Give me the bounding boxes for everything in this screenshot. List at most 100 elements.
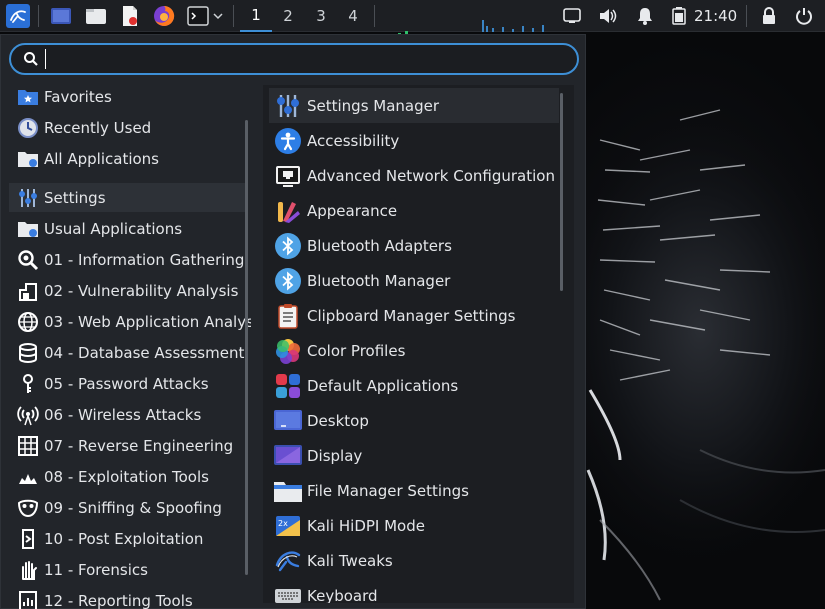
app-label: Appearance: [307, 201, 398, 220]
category-item[interactable]: 09 - Sniffing & Spoofing: [9, 493, 247, 522]
search-input[interactable]: [45, 49, 565, 69]
app-item[interactable]: 2x Kali HiDPI Mode: [269, 508, 559, 543]
app-item[interactable]: Clipboard Manager Settings: [269, 298, 559, 333]
app-item[interactable]: Display: [269, 438, 559, 473]
category-label: 02 - Vulnerability Analysis: [44, 281, 239, 300]
app-item[interactable]: Advanced Network Configuration: [269, 158, 559, 193]
category-label: 05 - Password Attacks: [44, 374, 209, 393]
kali-dragon-icon: [273, 546, 303, 576]
dropdown-icon[interactable]: [210, 4, 226, 28]
notification-bell-icon[interactable]: [633, 4, 657, 28]
panel-separator: [38, 5, 39, 27]
reverse-engineering-icon: [17, 435, 39, 457]
app-label: Bluetooth Adapters: [307, 236, 452, 255]
reporting-icon: [17, 590, 39, 609]
lock-icon[interactable]: [757, 4, 781, 28]
app-label: Desktop: [307, 411, 369, 430]
color-profiles-icon: [273, 336, 303, 366]
app-item[interactable]: Bluetooth Adapters: [269, 228, 559, 263]
category-label: 12 - Reporting Tools: [44, 591, 193, 609]
workspace-2[interactable]: 2: [272, 0, 304, 32]
default-apps-icon: [273, 371, 303, 401]
display-icon: [273, 441, 303, 471]
network-icon[interactable]: [560, 4, 584, 28]
desktop-icon[interactable]: [49, 4, 73, 28]
category-item[interactable]: 04 - Database Assessment: [9, 338, 247, 367]
app-label: Kali Tweaks: [307, 551, 393, 570]
category-item[interactable]: 02 - Vulnerability Analysis: [9, 276, 247, 305]
settings-manager-icon: [273, 91, 303, 121]
volume-icon[interactable]: [596, 4, 620, 28]
app-label: Display: [307, 446, 363, 465]
file-manager-icon[interactable]: [84, 4, 108, 28]
category-label: 10 - Post Exploitation: [44, 529, 204, 548]
workspace-3[interactable]: 3: [305, 0, 337, 32]
top-panel: 1 2 3 4 21:40: [0, 0, 825, 39]
search-bar[interactable]: [9, 43, 579, 75]
favorites-folder-icon: [17, 86, 39, 108]
hand-icon: [17, 559, 39, 581]
category-item[interactable]: 06 - Wireless Attacks: [9, 400, 247, 429]
battery-icon[interactable]: [667, 4, 691, 28]
category-item[interactable]: All Applications: [9, 144, 247, 173]
firefox-icon[interactable]: [152, 4, 176, 28]
svg-text:2x: 2x: [278, 519, 288, 528]
app-label: Clipboard Manager Settings: [307, 306, 516, 325]
app-item[interactable]: Bluetooth Manager: [269, 263, 559, 298]
globe-icon: [17, 311, 39, 333]
accessibility-icon: [273, 126, 303, 156]
database-icon: [17, 342, 39, 364]
power-icon[interactable]: [792, 4, 816, 28]
app-item[interactable]: Default Applications: [269, 368, 559, 403]
bluetooth-icon: [273, 231, 303, 261]
category-item[interactable]: 10 - Post Exploitation: [9, 524, 247, 553]
workspace-1[interactable]: 1: [240, 0, 272, 32]
category-item[interactable]: 01 - Information Gathering: [9, 245, 247, 274]
app-item[interactable]: Keyboard: [269, 578, 559, 603]
clipboard-icon: [273, 301, 303, 331]
app-item[interactable]: Accessibility: [269, 123, 559, 158]
app-item[interactable]: Settings Manager: [269, 88, 559, 123]
app-item[interactable]: Kali Tweaks: [269, 543, 559, 578]
app-label: Advanced Network Configuration: [307, 166, 555, 185]
category-scrollbar[interactable]: [245, 120, 248, 575]
category-item[interactable]: 11 - Forensics: [9, 555, 247, 584]
category-item[interactable]: Settings: [9, 183, 247, 212]
category-item[interactable]: 08 - Exploitation Tools: [9, 462, 247, 491]
category-item[interactable]: 07 - Reverse Engineering: [9, 431, 247, 460]
category-label: 09 - Sniffing & Spoofing: [44, 498, 222, 517]
category-label: Settings: [44, 188, 106, 207]
category-item[interactable]: 03 - Web Application Analysis: [9, 307, 251, 336]
vulnerability-icon: [17, 280, 39, 302]
desktop-settings-icon: [273, 406, 303, 436]
category-item[interactable]: Usual Applications: [9, 214, 247, 243]
kali-menu-icon[interactable]: [6, 4, 30, 28]
appearance-icon: [273, 196, 303, 226]
app-item[interactable]: File Manager Settings: [269, 473, 559, 508]
app-item[interactable]: Appearance: [269, 193, 559, 228]
clock[interactable]: 21:40: [694, 0, 737, 32]
file-manager-settings-icon: [273, 476, 303, 506]
terminal-icon[interactable]: [186, 4, 210, 28]
category-item[interactable]: Recently Used: [9, 113, 247, 142]
bluetooth-icon: [273, 266, 303, 296]
panel-separator: [746, 5, 747, 27]
app-item[interactable]: Desktop: [269, 403, 559, 438]
app-item[interactable]: Color Profiles: [269, 333, 559, 368]
category-label: Favorites: [44, 87, 112, 106]
network-graph: [482, 12, 554, 32]
text-editor-icon[interactable]: [118, 4, 142, 28]
category-list: Favorites Recently Used All Applications Se…: [1, 82, 251, 609]
app-label: Kali HiDPI Mode: [307, 516, 425, 535]
app-label: Keyboard: [307, 586, 378, 604]
category-label: 04 - Database Assessment: [44, 343, 245, 362]
app-list-scrollbar[interactable]: [560, 93, 563, 291]
category-item[interactable]: Favorites: [9, 82, 247, 111]
post-exploitation-icon: [17, 528, 39, 550]
workspace-4[interactable]: 4: [337, 0, 369, 32]
magnifier-icon: [17, 249, 39, 271]
category-label: All Applications: [44, 149, 159, 168]
panel-separator: [233, 5, 234, 27]
category-item[interactable]: 05 - Password Attacks: [9, 369, 247, 398]
category-item[interactable]: 12 - Reporting Tools: [9, 586, 247, 609]
